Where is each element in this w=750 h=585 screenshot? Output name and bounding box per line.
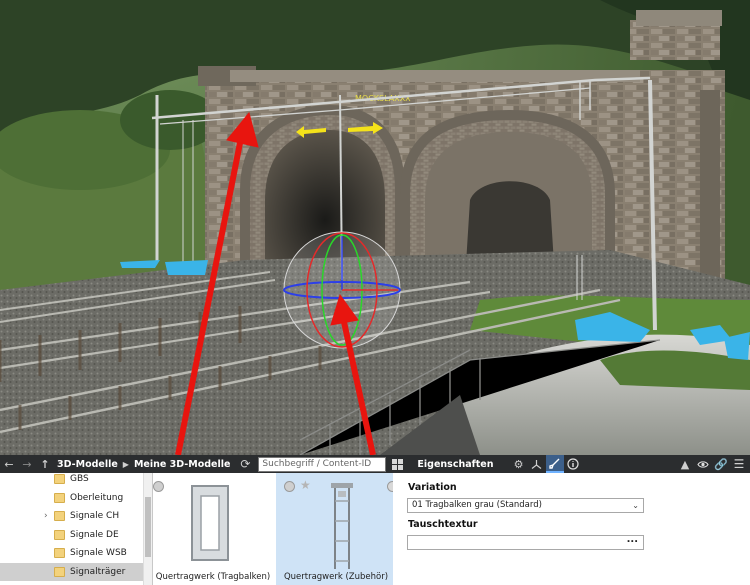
model-card[interactable]: Quertragwerk (Tragbalken) <box>153 473 273 585</box>
breadcrumb-3d-modelle[interactable]: 3D-Modelle <box>57 459 118 470</box>
folder-icon <box>54 474 65 484</box>
link-icon[interactable]: 🔗 <box>712 455 730 473</box>
texture-field[interactable]: ... <box>407 534 644 550</box>
pin-icon[interactable]: ▲ <box>676 455 694 473</box>
content-toolbar: ← → ↑ 3D-Modelle ▶ Meine 3D-Modelle ⟳ Ei… <box>0 455 750 473</box>
transform-gizmo[interactable] <box>283 231 401 349</box>
expand-chevron-icon[interactable]: › <box>44 511 48 521</box>
model-card-selected[interactable]: ★ Quertragwerk (Zubehör) <box>276 473 393 585</box>
refresh-icon[interactable]: ⟳ <box>236 455 254 473</box>
axes-icon[interactable] <box>528 455 546 473</box>
breadcrumb-separator-icon: ▶ <box>122 459 129 469</box>
gear-icon[interactable]: ⚙ <box>510 455 528 473</box>
back-arrow-icon[interactable]: ← <box>0 455 18 473</box>
tree-item[interactable]: Signale DE <box>0 526 152 545</box>
preview-toggle-icon[interactable] <box>284 481 295 492</box>
breadcrumb-meine-3d-modelle[interactable]: Meine 3D-Modelle <box>134 459 230 470</box>
model-thumbnail <box>331 483 353 569</box>
tree-scrollbar[interactable] <box>143 473 152 585</box>
folder-icon <box>54 566 65 577</box>
tree-item[interactable]: Oberleitung <box>0 489 152 508</box>
preview-toggle-icon[interactable] <box>153 481 164 492</box>
forward-arrow-icon[interactable]: → <box>18 455 36 473</box>
menu-icon[interactable]: ☰ <box>730 455 748 473</box>
tree-item-label: Signale DE <box>70 529 119 540</box>
variation-select[interactable]: 01 Tragbalken grau (Standard) ⌄ <box>407 498 644 513</box>
model-browser: Quertragwerk (Tragbalken) ★ Quertragwerk… <box>153 473 393 585</box>
tree-item[interactable]: Signale WSB <box>0 544 152 563</box>
paintbrush-icon[interactable] <box>545 455 564 473</box>
folder-icon <box>54 492 65 503</box>
eye-icon[interactable] <box>694 455 712 473</box>
info-icon[interactable] <box>564 455 582 473</box>
tree-item[interactable]: GBS <box>0 473 152 489</box>
tree-item-selected[interactable]: Signalträger <box>0 562 152 581</box>
texture-label: Tauschtextur <box>408 519 478 530</box>
grid-view-icon[interactable] <box>389 457 405 472</box>
chevron-down-icon: ⌄ <box>632 501 639 510</box>
tree-item-label: Signale WSB <box>70 548 127 559</box>
scrollbar-thumb[interactable] <box>145 497 151 557</box>
folder-icon <box>54 511 65 521</box>
3d-viewport[interactable]: MOCKSLAXXX <box>0 0 750 455</box>
folder-icon <box>54 529 65 540</box>
search-input[interactable] <box>258 456 387 472</box>
variation-value: 01 Tragbalken grau (Standard) <box>412 500 542 510</box>
star-icon[interactable]: ★ <box>300 478 311 492</box>
app-window: MOCKSLAXXX ← → ↑ 3D-Modelle ▶ Meine 3D-M… <box>0 0 750 585</box>
tree-item[interactable]: › Signale CH <box>0 507 152 526</box>
tree-item-label: Oberleitung <box>70 492 124 503</box>
browse-button[interactable]: ... <box>627 534 638 545</box>
tree-item-label: Signalträger <box>70 566 126 577</box>
tree-item-label: GBS <box>70 474 89 485</box>
scene-render[interactable]: MOCKSLAXXX <box>0 0 750 455</box>
model-name: Quertragwerk (Tragbalken) <box>155 572 271 582</box>
properties-panel: Variation 01 Tragbalken grau (Standard) … <box>393 473 750 585</box>
model-name: Quertragwerk (Zubehör) <box>283 572 389 582</box>
variation-label: Variation <box>408 482 457 493</box>
model-thumbnail <box>191 485 229 561</box>
folder-tree: GBS Oberleitung › Signale CH Signale DE … <box>0 473 153 585</box>
up-arrow-icon[interactable]: ↑ <box>36 455 54 473</box>
properties-title: Eigenschaften <box>417 458 494 470</box>
tree-item-label: Signale CH <box>70 511 120 522</box>
folder-icon <box>54 548 65 558</box>
